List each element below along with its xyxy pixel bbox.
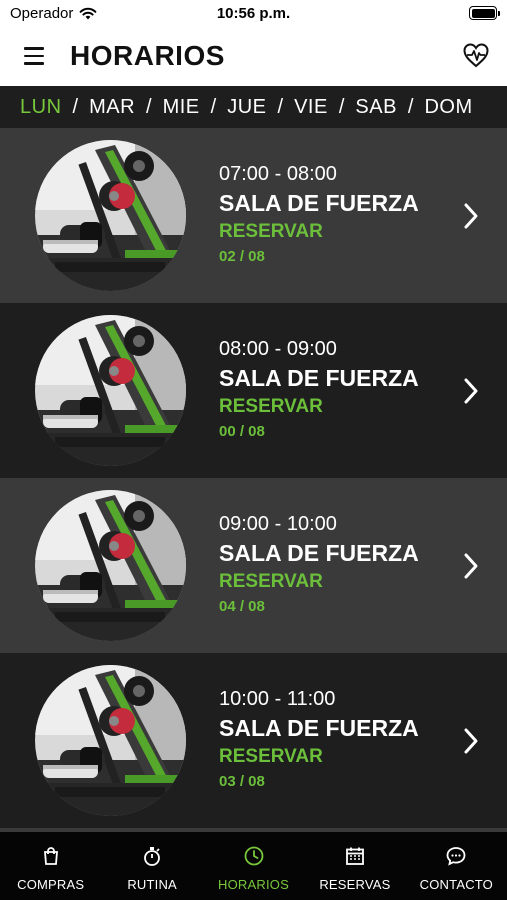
shopping-bag-icon — [40, 845, 62, 872]
slot-capacity: 02 / 08 — [219, 248, 265, 265]
menu-icon[interactable] — [24, 47, 46, 65]
tab-label: COMPRAS — [17, 877, 85, 892]
day-separator: / — [338, 95, 345, 118]
day-tab-mar[interactable]: MAR — [89, 96, 135, 119]
heart-pulse-icon[interactable] — [461, 40, 491, 70]
slot-capacity: 04 / 08 — [219, 598, 265, 615]
day-tab-lun[interactable]: LUN — [20, 96, 62, 119]
tab-contacto[interactable]: CONTACTO — [406, 832, 507, 900]
slot-hours: 09:00 - 10:00 — [219, 513, 337, 535]
slot-hours: 08:00 - 09:00 — [219, 338, 337, 360]
day-separator: / — [277, 95, 284, 118]
day-tab-jue[interactable]: JUE — [227, 96, 266, 119]
schedule-slot[interactable]: 09:00 - 10:00 SALA DE FUERZA RESERVAR 04… — [0, 478, 507, 653]
slot-hours: 10:00 - 11:00 — [219, 688, 336, 710]
slot-room: SALA DE FUERZA — [219, 190, 419, 216]
reserve-link[interactable]: RESERVAR — [219, 746, 419, 768]
day-tab-vie[interactable]: VIE — [294, 96, 328, 119]
day-tab-dom[interactable]: DOM — [424, 96, 472, 119]
stopwatch-icon — [141, 845, 163, 872]
tab-compras[interactable]: COMPRAS — [0, 832, 101, 900]
schedule-list: 07:00 - 08:00 SALA DE FUERZA RESERVAR 02… — [0, 128, 507, 832]
gym-photo — [35, 490, 186, 641]
slot-room: SALA DE FUERZA — [219, 715, 419, 741]
app-header: HORARIOS — [0, 28, 507, 86]
tab-horarios[interactable]: HORARIOS — [203, 832, 304, 900]
tab-label: RESERVAS — [319, 877, 391, 892]
slot-capacity: 00 / 08 — [219, 423, 265, 440]
bottom-tab-bar: COMPRAS RUTINA HORARIOS RESERVAS CONTACTO — [0, 832, 507, 900]
gym-photo — [35, 315, 186, 466]
slot-capacity: 03 / 08 — [219, 773, 265, 790]
status-time: 10:56 p.m. — [216, 5, 291, 22]
day-selector: LUN / MAR / MIE / JUE / VIE / SAB / DOM — [0, 86, 507, 128]
reserve-link[interactable]: RESERVAR — [219, 571, 419, 593]
clock-icon — [243, 845, 265, 872]
chevron-right-icon[interactable] — [463, 552, 479, 580]
chevron-right-icon[interactable] — [463, 377, 479, 405]
tab-label: HORARIOS — [218, 877, 289, 892]
battery-icon — [469, 6, 500, 20]
reserve-link[interactable]: RESERVAR — [219, 396, 419, 418]
calendar-icon — [344, 845, 366, 872]
page-title: HORARIOS — [70, 40, 225, 71]
slot-info: 07:00 - 08:00 SALA DE FUERZA RESERVAR 02… — [219, 163, 419, 265]
slot-info: 09:00 - 10:00 SALA DE FUERZA RESERVAR 04… — [219, 513, 419, 615]
reserve-link[interactable]: RESERVAR — [219, 221, 419, 243]
gym-photo — [35, 665, 186, 816]
day-tab-mie[interactable]: MIE — [163, 96, 200, 119]
chevron-right-icon[interactable] — [463, 727, 479, 755]
chevron-right-icon[interactable] — [463, 202, 479, 230]
tab-reservas[interactable]: RESERVAS — [304, 832, 405, 900]
slot-room: SALA DE FUERZA — [219, 540, 419, 566]
schedule-slot[interactable]: 10:00 - 11:00 SALA DE FUERZA RESERVAR 03… — [0, 653, 507, 828]
schedule-slot[interactable]: 08:00 - 09:00 SALA DE FUERZA RESERVAR 00… — [0, 303, 507, 478]
schedule-slot[interactable]: 07:00 - 08:00 SALA DE FUERZA RESERVAR 02… — [0, 128, 507, 303]
tab-label: RUTINA — [127, 877, 177, 892]
slot-info: 08:00 - 09:00 SALA DE FUERZA RESERVAR 00… — [219, 338, 419, 440]
slot-room: SALA DE FUERZA — [219, 365, 419, 391]
chat-bubble-icon — [445, 845, 467, 872]
slot-info: 10:00 - 11:00 SALA DE FUERZA RESERVAR 03… — [219, 688, 419, 790]
gym-photo — [35, 140, 186, 291]
day-tab-sab[interactable]: SAB — [355, 96, 397, 119]
tab-rutina[interactable]: RUTINA — [101, 832, 202, 900]
day-separator: / — [146, 95, 152, 118]
status-bar: Operador 10:56 p.m. — [0, 0, 507, 28]
day-separator: / — [72, 95, 79, 118]
slot-hours: 07:00 - 08:00 — [219, 163, 337, 185]
day-separator: / — [407, 95, 414, 118]
day-separator: / — [210, 95, 217, 118]
tab-label: CONTACTO — [419, 877, 493, 892]
